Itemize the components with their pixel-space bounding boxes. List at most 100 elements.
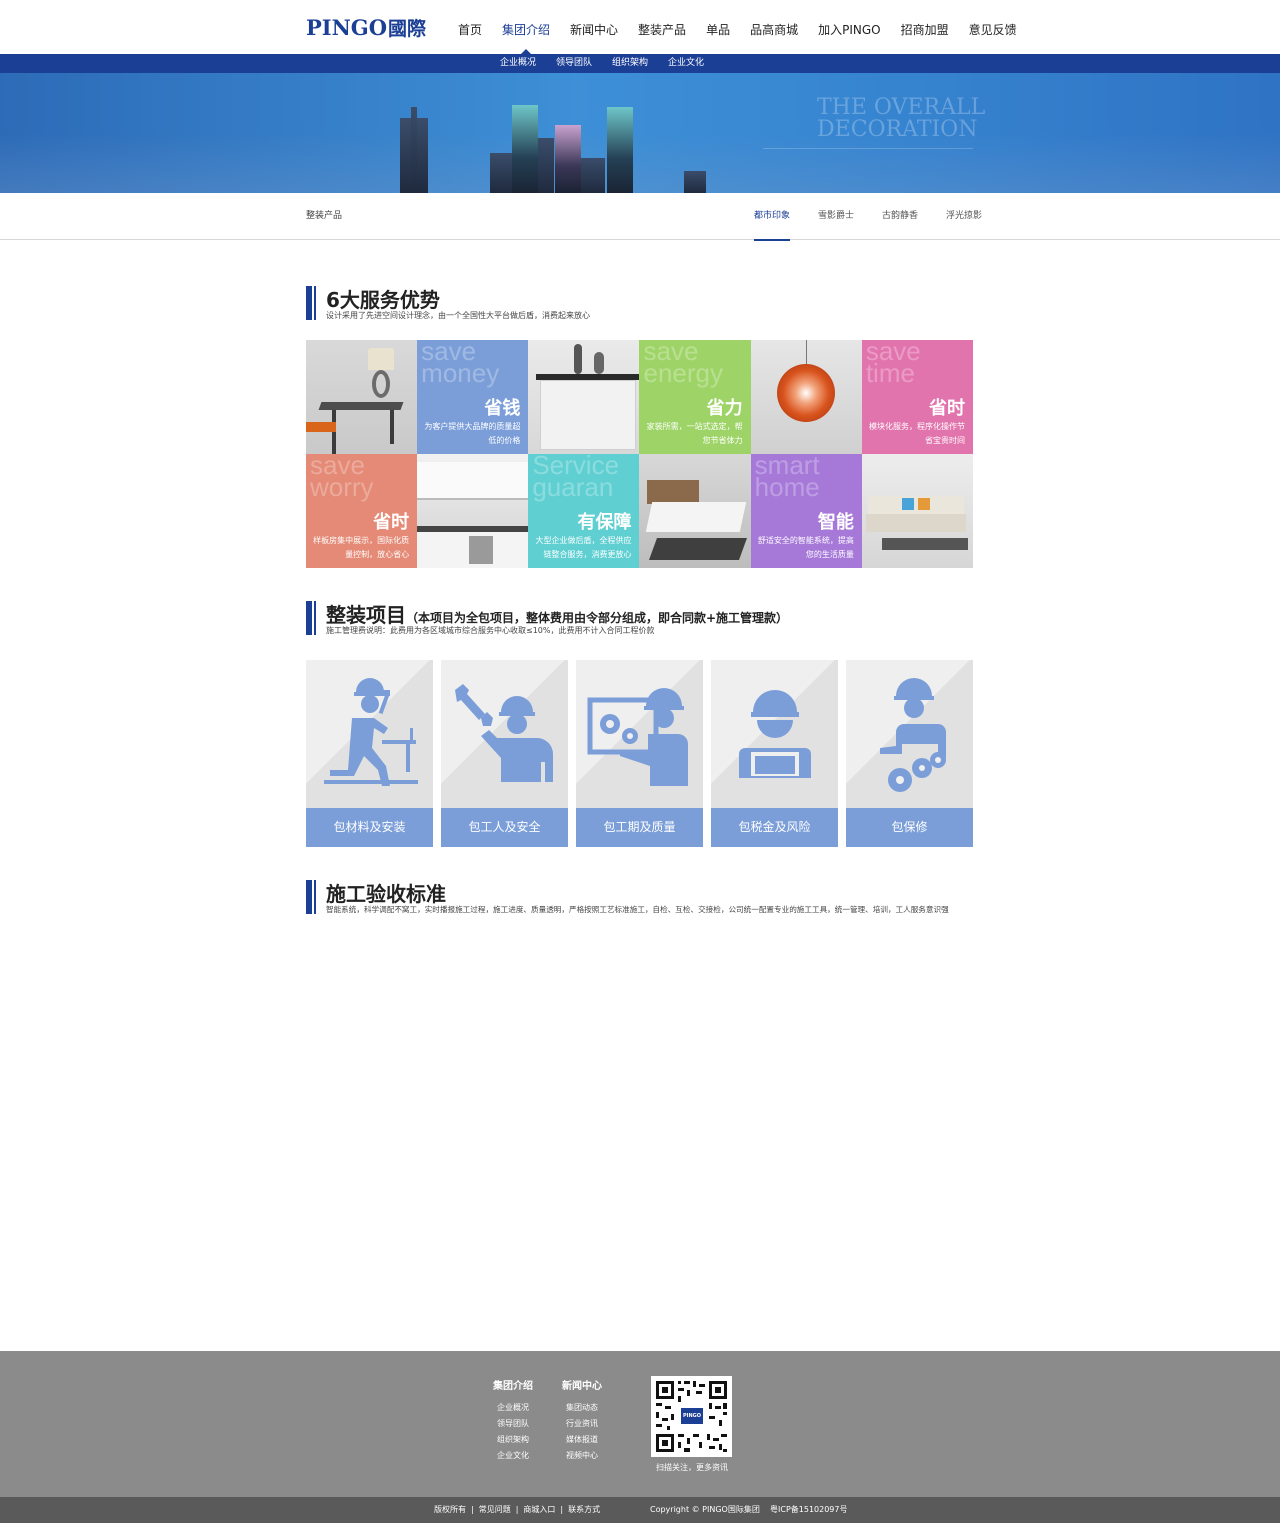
sofa-cushion-orange [917,498,930,510]
link-contact[interactable]: 联系方式 [568,1505,600,1514]
nav-group-intro[interactable]: 集团介绍 [492,0,560,54]
footer-link[interactable]: 集团动态 [555,1400,609,1416]
lamp-cord [805,340,807,364]
product-tabbar: 整装产品 都市印象 雪影爵士 古韵静香 浮光掠影 [0,193,1280,241]
nav-mall[interactable]: 品高商城 [740,0,808,54]
pingo-logo[interactable]: PINGO國際 [306,14,426,41]
photo-pendant-lamp [750,340,862,454]
heading-bar [306,286,312,320]
nav-packages[interactable]: 整装产品 [628,0,696,54]
logo-cn: 國際 [388,18,427,40]
style-tabs: 都市印象 雪影爵士 古韵静香 浮光掠影 [740,193,996,241]
project-card[interactable]: 包税金及风险 [711,660,838,847]
section-title: 施工验收标准 [326,882,446,906]
tile-bg-text: save worry [310,454,374,502]
footer-link[interactable]: 领导团队 [486,1416,540,1432]
footer-link[interactable]: 行业资讯 [555,1416,609,1432]
sofa-cushion-blue [901,498,914,510]
heading-bar [306,880,312,914]
skyline-tower [512,105,538,193]
footer-link[interactable]: 媒体报道 [555,1432,609,1448]
footer-link[interactable]: 组织架构 [486,1432,540,1448]
subnav-structure[interactable]: 组织架构 [602,54,658,73]
photo-sofa [861,454,973,568]
skyline-tower [607,107,633,193]
tab-classic-fragrance[interactable]: 古韵静香 [868,193,932,240]
section-title: 6大服务优势 [326,288,440,312]
link-mall[interactable]: 商城入口 [523,1505,555,1514]
separator: | [471,1505,474,1514]
qr-code: PINGO [651,1376,732,1457]
subnav-overview[interactable]: 企业概况 [490,54,546,73]
separator: | [560,1505,564,1514]
tile-bg-text: smart home [754,454,820,502]
heading-bar-thin [314,880,316,914]
tile-desc: 样板房集中展示，国际化质量控制，放心省心 [313,536,410,559]
nav-franchise[interactable]: 招商加盟 [891,0,959,54]
subnav-leadership[interactable]: 领导团队 [546,54,602,73]
project-card[interactable]: 包工人及安全 [441,660,568,847]
skyline-tower [490,153,512,193]
section-desc: 智能系统，科学调配不窝工，实时播报施工过程，施工进度、质量透明，严格按照工艺标准… [326,905,949,914]
footer-link[interactable]: 视频中心 [555,1448,609,1464]
tile-save-money[interactable]: save money 省钱 为客户提供大品牌的质量超低的价格 [417,340,529,454]
tab-snow-jazz[interactable]: 雪影爵士 [804,193,868,240]
section-title-main: 整装项目 [326,603,406,627]
lamp-shade [368,348,394,370]
tile-save-worry[interactable]: save worry 省时 样板房集中展示，国际化质量控制，放心省心 [306,454,418,568]
section-desc: 设计采用了先进空间设计理念，由一个全国性大平台做后盾，消费起来放心 [326,311,590,320]
breadcrumb[interactable]: 整装产品 [306,193,342,240]
project-label: 包工期及质量 [576,808,703,847]
tile-title: 省钱 [484,398,521,419]
tile-save-energy[interactable]: save energy 省力 家装所需，一站式选定，帮您节省体力 [639,340,751,454]
nav-single-items[interactable]: 单品 [696,0,740,54]
oven [469,536,494,564]
subnav-culture[interactable]: 企业文化 [658,54,714,73]
project-card[interactable]: 包工期及质量 [576,660,703,847]
skyline-tower [555,125,581,193]
tile-service-guarantee[interactable]: Service guaran 有保障 大型企业做后盾，全程供应链整合服务，消费更… [528,454,640,568]
link-copyright[interactable]: 版权所有 [434,1505,466,1514]
nav-join[interactable]: 加入PINGO [808,0,891,54]
banner-haze [0,133,1280,193]
tile-bg-text: save time [865,340,921,388]
photo-bed [639,454,751,568]
tile-title: 省力 [706,398,743,419]
tile-desc: 模块化服务，程序化操作节省宝贵时间 [868,422,965,445]
section-title: 整装项目（本项目为全包项目，整体费用由令部分组成，即合同款+施工管理款） [326,599,788,628]
main-nav: 首页 集团介绍 新闻中心 整装产品 单品 品高商城 加入PINGO 招商加盟 意… [448,0,1027,54]
bed-mattress [646,502,747,532]
tile-save-time[interactable]: save time 省时 模块化服务，程序化操作节省宝贵时间 [861,340,973,454]
worker-laptop-icon [739,690,811,778]
project-card[interactable]: 包材料及安装 [306,660,433,847]
link-faq[interactable]: 常见问题 [479,1505,511,1514]
footer-bottom-links: 版权所有 | 常见问题 | 商城入口 | 联系方式 [434,1497,600,1523]
tile-title: 有保障 [577,512,632,533]
desk-top [318,402,404,410]
tile-smart-home[interactable]: smart home 智能 舒适安全的智能系统，提高您的生活质量 [750,454,862,568]
worker-wrench-icon [455,684,553,782]
site-footer: 集团介绍 企业概况 领导团队 组织架构 企业文化 新闻中心 集团动态 行业资讯 … [0,1351,1280,1497]
skyline-tower [581,158,605,193]
project-label: 包保修 [846,808,973,847]
tab-urban-impression[interactable]: 都市印象 [740,193,804,241]
tile-title: 省时 [373,512,410,533]
nav-feedback[interactable]: 意见反馈 [959,0,1027,54]
footer-link[interactable]: 企业文化 [486,1448,540,1464]
nav-home[interactable]: 首页 [448,0,492,54]
footer-col-title: 新闻中心 [562,1381,602,1392]
footer-link[interactable]: 企业概况 [486,1400,540,1416]
photo-kitchen [417,454,529,568]
heading-bar [306,601,312,635]
nav-news[interactable]: 新闻中心 [560,0,628,54]
project-card[interactable]: 包保修 [846,660,973,847]
tile-bg-text: save energy [643,340,723,388]
copyright-text: Copyright © PINGO国际集团 [650,1505,760,1514]
sub-nav: 企业概况 领导团队 组织架构 企业文化 [490,54,714,73]
tab-light-shadow[interactable]: 浮光掠影 [932,193,996,240]
advantages-grid: save money 省钱 为客户提供大品牌的质量超低的价格 save ener… [306,340,973,568]
kitchen-upper-cabinets [417,462,529,500]
tile-desc: 舒适安全的智能系统，提高您的生活质量 [757,536,854,559]
cabinet-body [540,380,637,450]
project-label: 包税金及风险 [711,808,838,847]
